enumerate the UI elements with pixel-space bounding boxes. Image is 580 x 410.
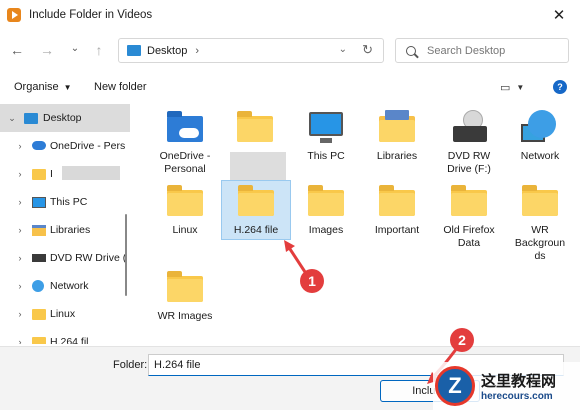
annotation-arrows	[284, 240, 459, 384]
watermark-logo-icon: Z	[435, 366, 475, 406]
watermark-site-name: 这里教程网	[481, 372, 557, 390]
step-badge-1: 1	[300, 269, 324, 293]
watermark-url: herecours.com	[481, 391, 553, 402]
step-badge-2: 2	[450, 328, 474, 352]
watermark: Z 这里教程网 herecours.com	[433, 362, 580, 410]
